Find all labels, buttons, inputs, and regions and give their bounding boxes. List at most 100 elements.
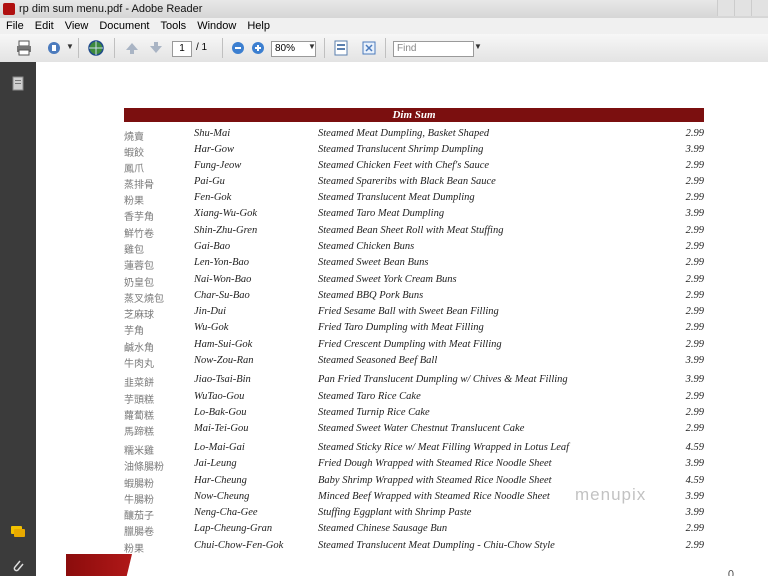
menu-tools[interactable]: Tools xyxy=(161,20,187,32)
item-description: Steamed Translucent Meat Dumpling xyxy=(318,192,475,203)
item-romanized-name: Jai-Leung xyxy=(194,458,237,469)
item-price: 2.99 xyxy=(685,407,704,418)
menu-view[interactable]: View xyxy=(65,20,89,32)
fit-width-icon[interactable] xyxy=(331,38,351,58)
item-price: 2.99 xyxy=(685,322,704,333)
item-price: 2.99 xyxy=(685,339,704,350)
zoom-dropdown-icon[interactable]: ▼ xyxy=(308,42,316,62)
item-price: 2.99 xyxy=(685,160,704,171)
attachments-icon[interactable] xyxy=(10,558,26,574)
item-chinese-name: 鹹水角 xyxy=(124,343,154,354)
item-description: Steamed Sweet Water Chestnut Translucent… xyxy=(318,423,525,434)
item-romanized-name: Now-Cheung xyxy=(194,491,250,502)
menu-item-row: 粉果 Chui-Chow-Fen-Gok Steamed Translucent M… xyxy=(124,540,704,555)
item-description: Steamed BBQ Pork Buns xyxy=(318,290,424,301)
item-romanized-name: Lap-Cheung-Gran xyxy=(194,523,273,534)
watermark-logo: menupix xyxy=(575,485,647,504)
menu-item-row: 韭菜餅 Jiao-Tsai-Bin Pan Fried Translucent Du… xyxy=(124,374,704,389)
page-corner-mark: 🄁 xyxy=(727,569,738,576)
item-price: 2.99 xyxy=(685,128,704,139)
menu-item-row: 芋頭糕 WuTao-Gou Steamed Taro Rice Cake 2.99 xyxy=(124,391,704,406)
menu-item-row: 粉果 Fen-Gok Steamed Translucent Meat Dumpli… xyxy=(124,192,704,207)
item-chinese-name: 奶皇包 xyxy=(124,278,154,289)
window-title: rp dim sum menu.pdf - Adobe Reader xyxy=(19,3,203,15)
print-icon[interactable] xyxy=(14,38,34,58)
globe-icon[interactable] xyxy=(86,38,106,58)
item-romanized-name: WuTao-Gou xyxy=(194,391,245,402)
menu-item-row: 蘿蔔糕 Lo-Bak-Gou Steamed Turnip Rice Cake 2.9… xyxy=(124,407,704,422)
menu-item-row: 蓮蓉包 Len-Yon-Bao Steamed Sweet Bean Buns 2.9… xyxy=(124,257,704,272)
item-chinese-name: 蝦餃 xyxy=(124,148,144,159)
item-description: Stuffing Eggplant with Shrimp Paste xyxy=(318,507,472,518)
zoom-in-icon[interactable] xyxy=(248,38,268,58)
menu-item-row: 奶皇包 Nai-Won-Bao Steamed Sweet York Cream B… xyxy=(124,274,704,289)
menu-item-row: 釀茄子 Neng-Cha-Gee Stuffing Eggplant with Sh… xyxy=(124,507,704,522)
toolbar-separator xyxy=(222,38,223,58)
red-stamp-graphic xyxy=(66,554,132,576)
fit-page-icon[interactable] xyxy=(359,38,379,58)
menu-item-row: 油條腸粉 Jai-Leung Fried Dough Wrapped with St… xyxy=(124,458,704,473)
item-chinese-name: 蒸排骨 xyxy=(124,180,154,191)
window-controls xyxy=(717,0,768,16)
menu-item-row: 芋角 Wu-Gok Fried Taro Dumpling with Meat Fi… xyxy=(124,322,704,337)
menu-item-row: 鳳爪 Fung-Jeow Steamed Chicken Feet with Che… xyxy=(124,160,704,175)
item-romanized-name: Nai-Won-Bao xyxy=(194,274,252,285)
toolbar-separator xyxy=(385,38,386,58)
menu-item-row: 糯米雞 Lo-Mai-Gai Steamed Sticky Rice w/ Meat… xyxy=(124,442,704,457)
item-description: Fried Dough Wrapped with Steamed Rice No… xyxy=(318,458,552,469)
zoom-out-icon[interactable] xyxy=(228,38,248,58)
item-romanized-name: Har-Cheung xyxy=(194,475,247,486)
item-romanized-name: Neng-Cha-Gee xyxy=(194,507,258,518)
page-number-input[interactable]: 1 xyxy=(172,41,192,57)
menu-file[interactable]: File xyxy=(6,20,24,32)
close-button[interactable] xyxy=(751,0,768,16)
item-chinese-name: 粉果 xyxy=(124,196,144,207)
item-description: Steamed Taro Rice Cake xyxy=(318,391,421,402)
item-romanized-name: Chui-Chow-Fen-Gok xyxy=(194,540,284,551)
item-price: 2.99 xyxy=(685,540,704,551)
item-price: 2.99 xyxy=(685,523,704,534)
toolbar-separator xyxy=(114,38,115,58)
item-romanized-name: Gai-Bao xyxy=(194,241,231,252)
menu-item-row: 馬蹄糕 Mai-Tei-Gou Steamed Sweet Water Chestn… xyxy=(124,423,704,438)
menu-document[interactable]: Document xyxy=(99,20,149,32)
item-description: Steamed Chinese Sausage Bun xyxy=(318,523,448,534)
item-chinese-name: 鮮竹卷 xyxy=(124,229,154,240)
menu-help[interactable]: Help xyxy=(247,20,270,32)
item-chinese-name: 釀茄子 xyxy=(124,511,154,522)
item-romanized-name: Fen-Gok xyxy=(194,192,232,203)
item-price: 2.99 xyxy=(685,225,704,236)
comments-icon[interactable] xyxy=(10,524,26,540)
item-chinese-name: 雞包 xyxy=(124,245,144,256)
item-chinese-name: 香芋角 xyxy=(124,212,154,223)
item-romanized-name: Lo-Bak-Gou xyxy=(194,407,247,418)
toolbar-separator xyxy=(324,38,325,58)
previous-page-icon[interactable] xyxy=(122,38,142,58)
item-description: Steamed Sticky Rice w/ Meat Filling Wrap… xyxy=(318,442,570,453)
menu-window[interactable]: Window xyxy=(197,20,236,32)
item-price: 3.99 xyxy=(685,355,704,366)
next-page-icon[interactable] xyxy=(146,38,166,58)
item-price: 3.99 xyxy=(685,374,704,385)
menu-edit[interactable]: Edit xyxy=(35,20,54,32)
share-icon[interactable] xyxy=(44,38,64,58)
item-price: 4.59 xyxy=(685,475,704,486)
share-dropdown-icon[interactable]: ▼ xyxy=(66,42,74,62)
item-price: 2.99 xyxy=(685,423,704,434)
find-dropdown-icon[interactable]: ▼ xyxy=(474,42,482,62)
item-description: Steamed Taro Meat Dumpling xyxy=(318,208,445,219)
item-description: Steamed Seasoned Beef Ball xyxy=(318,355,438,366)
menu-item-row: 香芋角 Xiang-Wu-Gok Steamed Taro Meat Dumplin… xyxy=(124,208,704,223)
maximize-button[interactable] xyxy=(734,0,751,16)
item-romanized-name: Mai-Tei-Gou xyxy=(194,423,249,434)
menu-item-row: 臘腸卷 Lap-Cheung-Gran Steamed Chinese Sausag… xyxy=(124,523,704,538)
item-description: Fried Taro Dumpling with Meat Filling xyxy=(318,322,484,333)
find-input[interactable]: Find xyxy=(393,41,474,57)
item-price: 3.99 xyxy=(685,507,704,518)
item-romanized-name: Fung-Jeow xyxy=(194,160,242,171)
pages-panel-icon[interactable] xyxy=(10,76,26,92)
minimize-button[interactable] xyxy=(717,0,734,16)
adobe-reader-icon xyxy=(3,3,15,15)
pdf-page: Dim Sum 燒賣 Shu-Mai Steamed Meat Dumpling, … xyxy=(36,62,768,576)
menu-bar: File Edit View Document Tools Window Hel… xyxy=(0,18,768,34)
